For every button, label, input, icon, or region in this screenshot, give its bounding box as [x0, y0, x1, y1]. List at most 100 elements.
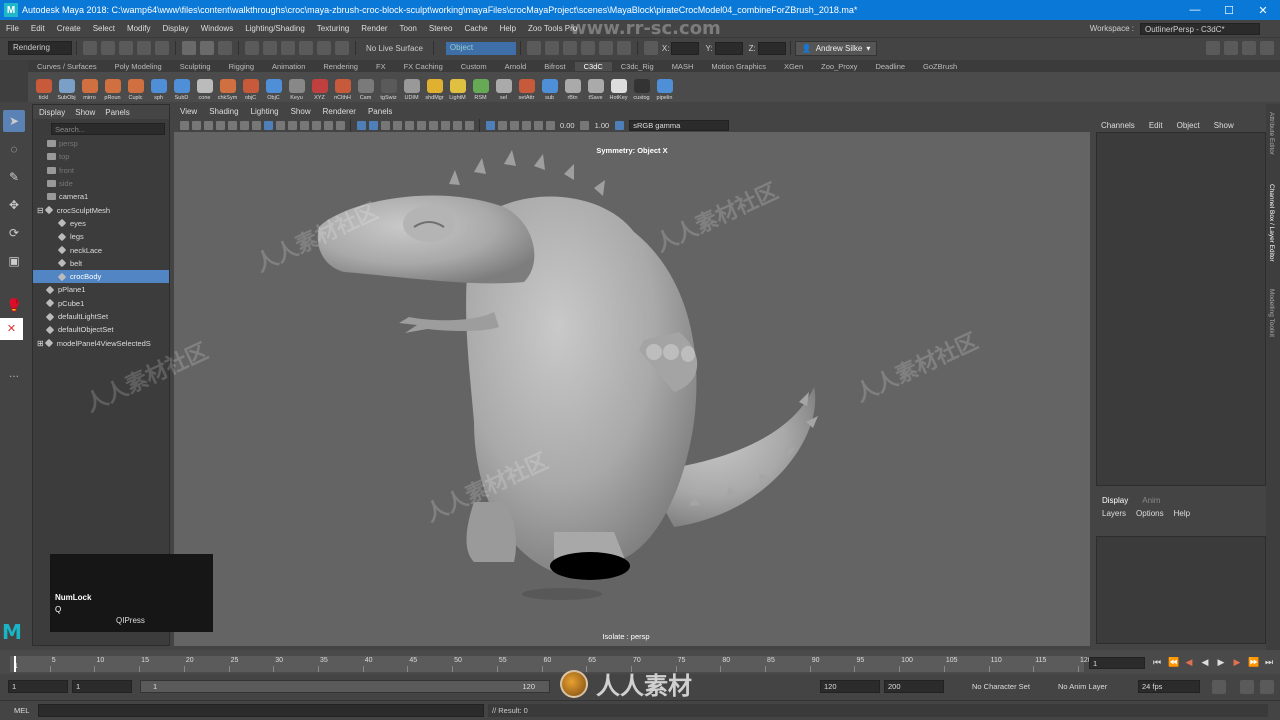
menu-stereo[interactable]: Stereo	[423, 24, 459, 33]
shelf-button-xyz[interactable]: XYZ	[309, 73, 330, 101]
modeling-toolkit-icon[interactable]	[1206, 41, 1220, 55]
new-scene-icon[interactable]	[83, 41, 97, 55]
crocodile-model[interactable]	[174, 132, 1090, 646]
viewport-menu-shading[interactable]: Shading	[209, 107, 238, 116]
gamma-value[interactable]: 1.00	[595, 121, 610, 130]
shelf-button-sub[interactable]: sub	[539, 73, 560, 101]
save-scene-icon[interactable]	[119, 41, 133, 55]
auto-key-icon[interactable]	[1240, 680, 1254, 694]
multisample-aa-icon[interactable]	[452, 121, 462, 130]
shelf-button-objc[interactable]: objC	[240, 73, 261, 101]
layer-menu-help[interactable]: Help	[1174, 509, 1190, 518]
select-camera-icon[interactable]	[179, 121, 189, 130]
outliner-item-pcube1[interactable]: pCube1	[33, 297, 169, 310]
shelf-button-mirro[interactable]: mirro	[79, 73, 100, 101]
safe-action-icon[interactable]	[323, 121, 333, 130]
step-forward-frame-icon[interactable]: ▶︎	[1232, 657, 1242, 667]
shelf-tab-mash[interactable]: MASH	[663, 62, 703, 71]
outliner-menu-panels[interactable]: Panels	[105, 108, 129, 117]
command-input[interactable]	[38, 704, 484, 717]
shelf-button-rsm[interactable]: RSM	[470, 73, 491, 101]
shelf-button-tgswiz[interactable]: tgSwiz	[378, 73, 399, 101]
play-forwards-icon[interactable]: ▶	[1216, 657, 1226, 667]
shelf-button-pipelin[interactable]: pipelin	[654, 73, 675, 101]
close-button[interactable]: ✕	[1246, 4, 1280, 17]
layer-menu-layers[interactable]: Layers	[1102, 509, 1126, 518]
step-forward-key-icon[interactable]: ⏩	[1248, 657, 1259, 667]
side-tab-attribute-editor[interactable]: Attribute Editor	[1268, 112, 1275, 155]
viewport-menu-view[interactable]: View	[180, 107, 197, 116]
shelf-tab-curves-surfaces[interactable]: Curves / Surfaces	[28, 62, 106, 71]
z-field[interactable]	[757, 41, 786, 55]
attribute-editor-icon[interactable]	[1224, 41, 1238, 55]
color-management-icon[interactable]	[614, 121, 624, 130]
channelbox-menu-edit[interactable]: Edit	[1149, 121, 1163, 130]
y-field[interactable]	[714, 41, 743, 55]
image-plane-icon[interactable]	[227, 121, 237, 130]
gamma-icon[interactable]	[580, 121, 590, 130]
preferences-icon[interactable]	[1260, 680, 1274, 694]
textured-icon[interactable]	[392, 121, 402, 130]
viewport-menu-panels[interactable]: Panels	[368, 107, 392, 116]
shelf-tab-fx-caching[interactable]: FX Caching	[395, 62, 452, 71]
maximize-button[interactable]: ☐	[1212, 4, 1246, 17]
shelf-button-setattr[interactable]: setAttr	[516, 73, 537, 101]
menu-display[interactable]: Display	[157, 24, 195, 33]
default-material-icon[interactable]	[380, 121, 390, 130]
outliner-item-defaultobjectset[interactable]: defaultObjectSet	[33, 323, 169, 336]
exposure-value[interactable]: 0.00	[560, 121, 575, 130]
snap-surface-icon[interactable]	[317, 41, 331, 55]
menu-lighting-shading[interactable]: Lighting/Shading	[239, 24, 311, 33]
shelf-tab-sculpting[interactable]: Sculpting	[171, 62, 220, 71]
safe-title-icon[interactable]	[335, 121, 345, 130]
menu-file[interactable]: File	[0, 24, 25, 33]
menu-edit[interactable]: Edit	[25, 24, 51, 33]
menu-help[interactable]: Help	[494, 24, 522, 33]
shelf-tab-rigging[interactable]: Rigging	[220, 62, 263, 71]
menu-toon[interactable]: Toon	[394, 24, 423, 33]
depth-of-field-icon[interactable]	[464, 121, 474, 130]
shelf-button-sph[interactable]: sph	[148, 73, 169, 101]
ipr-render-icon[interactable]	[562, 41, 577, 55]
expand-toggle-icon[interactable]: ⊞	[37, 339, 44, 348]
outliner-item-camera1[interactable]: camera1	[33, 190, 169, 203]
use-all-lights-icon[interactable]	[404, 121, 414, 130]
shelf-button-keyu[interactable]: Keyu	[286, 73, 307, 101]
gate-mask-icon[interactable]	[299, 121, 309, 130]
fps-dropdown[interactable]: 24 fps	[1138, 680, 1200, 693]
menu-create[interactable]: Create	[51, 24, 87, 33]
command-type-label[interactable]: MEL	[14, 706, 29, 715]
motion-blur-icon[interactable]	[440, 121, 450, 130]
pause-icon[interactable]	[616, 41, 631, 55]
smooth-shade-icon[interactable]	[368, 121, 378, 130]
select-component-icon[interactable]	[218, 41, 232, 55]
user-account-button[interactable]: 👤 Andrew Silke ▾	[794, 40, 878, 56]
transform-input-icon[interactable]	[643, 41, 658, 55]
viewport-3d[interactable]: Symmetry: Object X Isolate: persp	[174, 132, 1090, 646]
range-slider[interactable]: 1 120	[140, 680, 550, 693]
film-gate-icon[interactable]	[275, 121, 285, 130]
hypershade-icon[interactable]	[598, 41, 613, 55]
make-live-icon[interactable]	[335, 41, 349, 55]
snap-view-icon[interactable]	[299, 41, 313, 55]
render-view-icon[interactable]	[526, 41, 541, 55]
render-settings-icon[interactable]	[580, 41, 595, 55]
step-back-key-icon[interactable]: ⏪	[1168, 657, 1179, 667]
shelf-tab-gozbrush[interactable]: GoZBrush	[914, 62, 966, 71]
shelf-tab-bifrost[interactable]: Bifrost	[535, 62, 574, 71]
current-frame-field[interactable]: 1	[1089, 657, 1145, 669]
outliner-menu-display[interactable]: Display	[39, 108, 65, 117]
outliner-item-defaultlightset[interactable]: defaultLightSet	[33, 310, 169, 323]
resolution-gate-icon[interactable]	[287, 121, 297, 130]
shelf-tab-c3dc-rig[interactable]: C3dc_Rig	[612, 62, 663, 71]
shelf-button-udim[interactable]: UDIM	[401, 73, 422, 101]
outliner-item-crocsculptmesh[interactable]: ⊟ crocSculptMesh	[33, 203, 169, 216]
channelbox-area[interactable]	[1096, 132, 1266, 486]
channel-box-icon[interactable]	[1260, 41, 1274, 55]
outliner-item-side[interactable]: side	[33, 177, 169, 190]
outliner-item-front[interactable]: front	[33, 164, 169, 177]
side-tab-modelling-toolkit[interactable]: Modelling Toolkit	[1268, 289, 1275, 337]
minimize-button[interactable]: —	[1178, 4, 1212, 16]
outliner-item-pplane1[interactable]: pPlane1	[33, 283, 169, 296]
shelf-button-lightm[interactable]: LightM	[447, 73, 468, 101]
